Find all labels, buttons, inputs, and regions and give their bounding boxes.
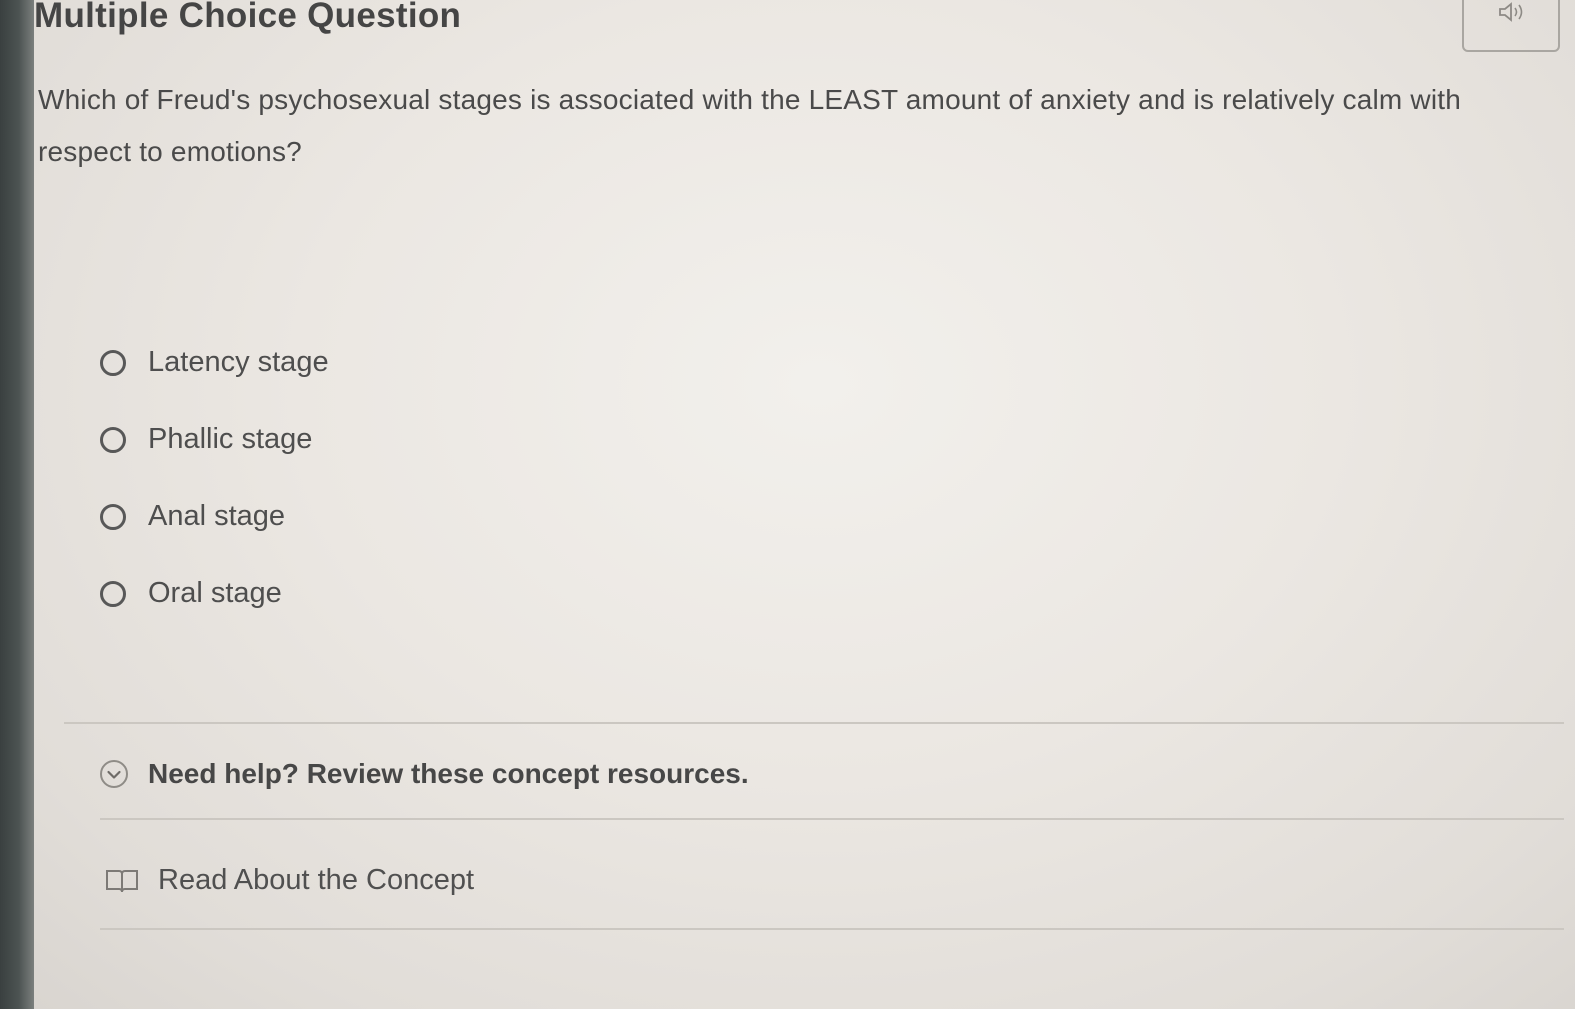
- radio-button[interactable]: [100, 426, 126, 453]
- option-latency-stage[interactable]: Latency stage: [100, 324, 329, 401]
- option-label: Latency stage: [148, 346, 329, 378]
- read-about-label: Read About the Concept: [158, 864, 475, 896]
- answer-options: Latency stage Phallic stage Anal stage O…: [100, 324, 329, 632]
- speaker-icon: [1499, 2, 1523, 22]
- help-divider-top: [64, 722, 1564, 724]
- read-aloud-button[interactable]: [1462, 0, 1560, 52]
- page-title: Multiple Choice Question: [34, 0, 462, 35]
- book-icon: [106, 869, 138, 892]
- chevron-down-circle-icon: [100, 760, 128, 788]
- concept-resources-toggle[interactable]: Need help? Review these concept resource…: [98, 758, 749, 790]
- help-divider-middle: [100, 818, 1564, 820]
- resources-divider-bottom: [100, 928, 1564, 930]
- option-phallic-stage[interactable]: Phallic stage: [100, 401, 329, 478]
- option-anal-stage[interactable]: Anal stage: [100, 478, 329, 555]
- radio-button[interactable]: [100, 580, 126, 607]
- radio-button[interactable]: [100, 349, 126, 376]
- option-label: Phallic stage: [148, 423, 313, 455]
- option-label: Oral stage: [148, 577, 282, 609]
- question-card: Multiple Choice Question Which of Freud'…: [0, 0, 1575, 1009]
- question-text: Which of Freud's psychosexual stages is …: [38, 84, 1462, 167]
- read-about-concept-link[interactable]: Read About the Concept: [104, 864, 474, 897]
- option-label: Anal stage: [148, 500, 286, 532]
- option-oral-stage[interactable]: Oral stage: [100, 555, 329, 632]
- help-label: Need help? Review these concept resource…: [148, 758, 749, 789]
- radio-button[interactable]: [100, 503, 126, 530]
